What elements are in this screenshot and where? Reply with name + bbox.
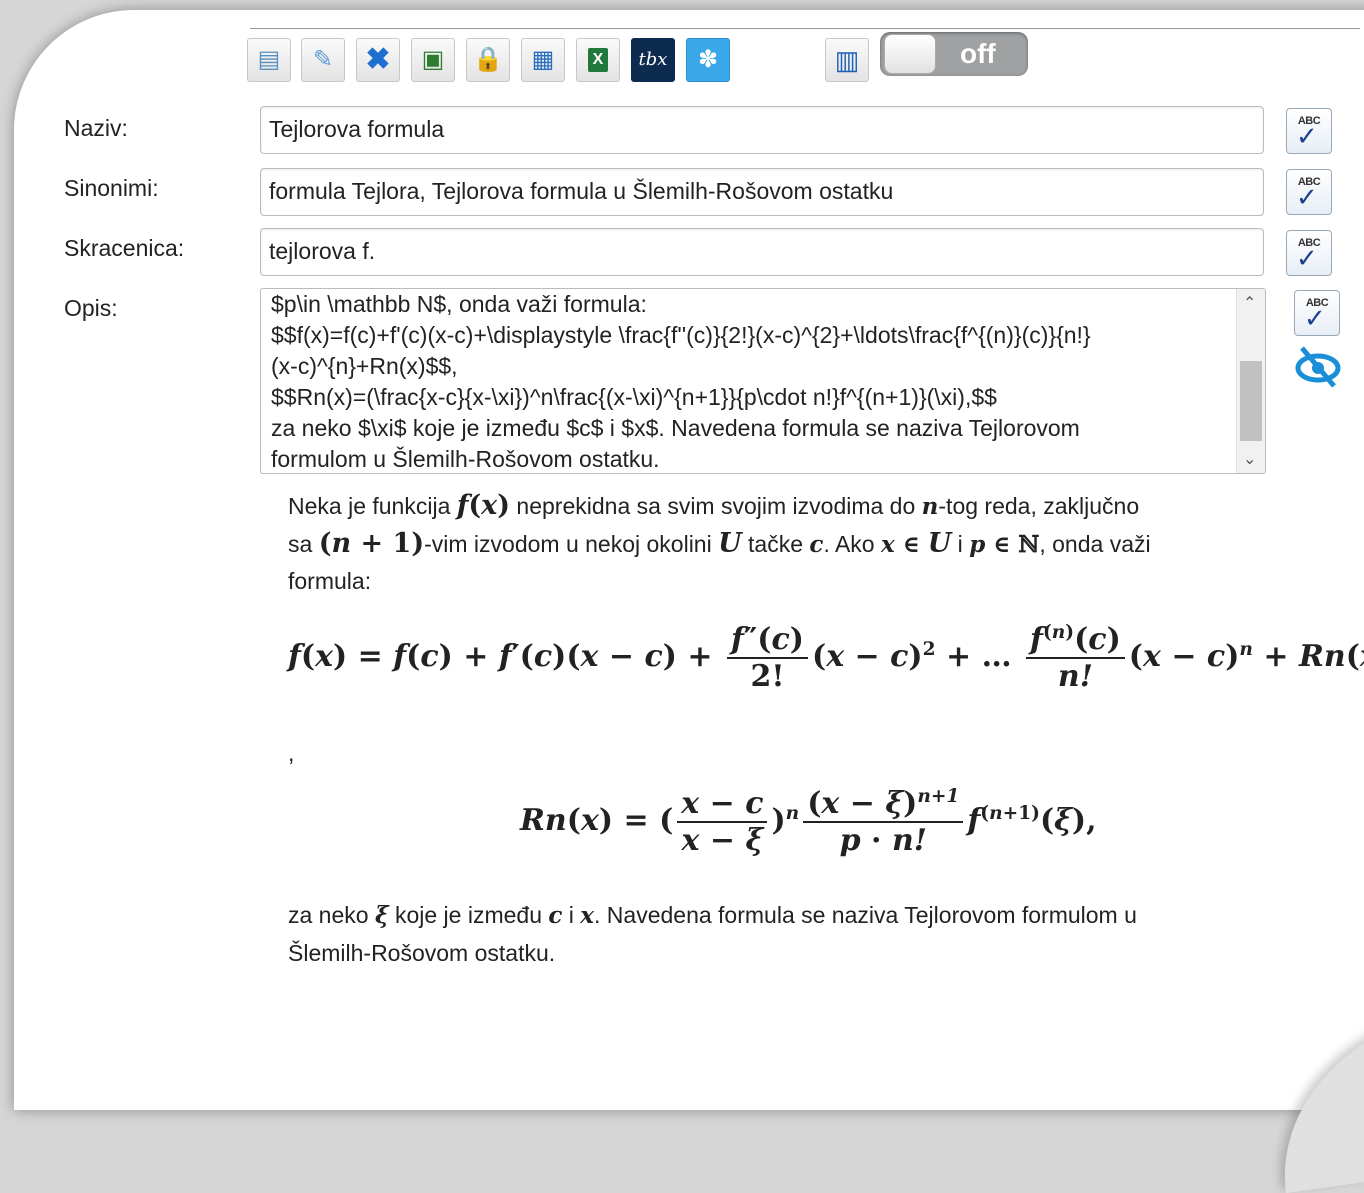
sinonimi-label: Sinonimi: <box>64 175 159 201</box>
spellcheck-naziv-button[interactable]: ABC ✓ <box>1286 108 1332 154</box>
scroll-down-icon[interactable]: ⌄ <box>1243 449 1256 469</box>
opis-text[interactable]: $p\in \mathbb N$, onda važi formula: $$f… <box>271 289 1231 473</box>
book-icon[interactable]: ▥ <box>825 38 869 82</box>
naziv-label: Naziv: <box>64 115 128 141</box>
spellcheck-sinonimi-button[interactable]: ABC ✓ <box>1286 169 1332 215</box>
toggle-switch[interactable]: off <box>880 32 1028 76</box>
save-icon[interactable]: ▣ <box>411 38 455 82</box>
checkmark-icon: ✓ <box>1296 121 1318 151</box>
lock-icon[interactable]: 🔒 <box>466 38 510 82</box>
scroll-thumb[interactable] <box>1240 361 1262 441</box>
naziv-input[interactable]: Tejlorova formula <box>260 106 1264 154</box>
checkmark-icon: ✓ <box>1296 243 1318 273</box>
formula-taylor: f(x) = f(c) + f′(c)(x − c) + f″(c) 2! (x −… <box>288 622 1364 694</box>
delete-icon[interactable]: ✖ <box>356 38 400 82</box>
add-icon[interactable]: ▤ <box>247 38 291 82</box>
sinonimi-input[interactable]: formula Tejlora, Tejlorova formula u Šle… <box>260 168 1264 216</box>
preview-line-1: Neka je funkcija f(x) neprekidna sa svim… <box>288 490 1140 521</box>
opis-label: Opis: <box>64 295 118 321</box>
hide-preview-button[interactable] <box>1294 340 1342 390</box>
toggle-label: off <box>960 38 996 69</box>
tree-icon[interactable]: ✽ <box>686 38 730 82</box>
toggle-knob <box>884 34 936 74</box>
scroll-up-icon[interactable]: ⌃ <box>1243 293 1256 313</box>
preview-line-5: Šlemilh-Rošovom ostatku. <box>288 940 556 966</box>
excel-icon[interactable]: X <box>576 38 620 82</box>
spellcheck-opis-button[interactable]: ABC ✓ <box>1294 290 1340 336</box>
edit-icon[interactable]: ✎ <box>301 38 345 82</box>
preview-line-4: za neko ξ koje je između c i x. Navedena… <box>288 902 1137 929</box>
opis-textarea[interactable]: $p\in \mathbb N$, onda važi formula: $$f… <box>260 288 1266 474</box>
preview-comma: , <box>288 740 295 766</box>
tbx-icon[interactable]: tbx <box>631 38 675 82</box>
checkmark-icon: ✓ <box>1304 303 1326 333</box>
table-icon[interactable]: ▦ <box>521 38 565 82</box>
preview-line-3: formula: <box>288 568 372 594</box>
skracenica-label: Skracenica: <box>64 235 185 261</box>
divider <box>250 28 1360 29</box>
scrollbar[interactable]: ⌃ ⌄ <box>1236 289 1265 473</box>
page-curl <box>1263 1006 1364 1193</box>
formula-remainder: Rn(x) = (x − cx − ξ)n (x − ξ)n+1 p · n! f(n… <box>520 786 1097 858</box>
spellcheck-skracenica-button[interactable]: ABC ✓ <box>1286 230 1332 276</box>
preview-line-2: sa (n + 1)-vim izvodom u nekoj okolini U… <box>288 528 1151 559</box>
checkmark-icon: ✓ <box>1296 182 1318 212</box>
skracenica-input[interactable]: tejlorova f. <box>260 228 1264 276</box>
eye-slash-icon <box>1295 346 1341 388</box>
